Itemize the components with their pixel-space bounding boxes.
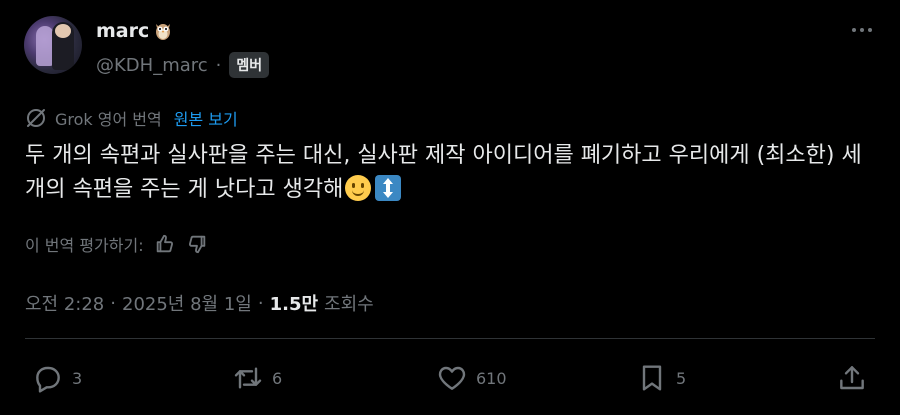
repost-icon — [232, 362, 264, 394]
share-icon — [836, 362, 868, 394]
heart-icon — [436, 362, 468, 394]
repost-count: 6 — [272, 368, 283, 388]
meta-separator-2: · — [257, 292, 264, 314]
smiling-face-emoji-icon — [345, 175, 372, 201]
bookmark-count: 5 — [676, 368, 687, 388]
action-bar: 3 6 610 5 — [0, 362, 900, 398]
meta-separator-1: · — [110, 292, 116, 314]
divider — [25, 338, 875, 339]
tweet-time[interactable]: 오전 2:28 — [25, 290, 104, 316]
tweet-date[interactable]: 2025년 8월 1일 — [122, 290, 252, 316]
repost-button[interactable]: 6 — [232, 362, 282, 394]
owl-icon — [153, 21, 173, 41]
avatar[interactable] — [24, 16, 82, 74]
author-name-text: marc — [96, 20, 150, 42]
tweet-body: 두 개의 속편과 실사판을 주는 대신, 실사판 제작 아이디어를 폐기하고 우… — [25, 143, 862, 202]
views-count[interactable]: 1.5만 — [270, 290, 318, 316]
views-label: 조회수 — [324, 294, 374, 315]
more-options-icon[interactable] — [852, 28, 872, 32]
bookmark-icon — [636, 362, 668, 394]
bookmark-button[interactable]: 5 — [636, 362, 686, 394]
thumbs-down-icon[interactable] — [186, 233, 208, 255]
translation-label: Grok 영어 번역 — [55, 110, 162, 129]
reply-button[interactable]: 3 — [32, 362, 82, 394]
show-original-link[interactable]: 원본 보기 — [174, 106, 238, 130]
like-count: 610 — [476, 368, 507, 388]
up-down-arrow-emoji-icon — [375, 175, 402, 201]
tweet-text: 두 개의 속편과 실사판을 주는 대신, 실사판 제작 아이디어를 폐기하고 우… — [25, 139, 875, 207]
share-button[interactable] — [836, 362, 868, 394]
reply-icon — [32, 362, 64, 394]
member-badge[interactable]: 멤버 — [229, 52, 270, 78]
rate-translation-label: 이 번역 평가하기: — [25, 236, 144, 255]
author-handle[interactable]: @KDH_marc — [96, 55, 208, 76]
grok-icon — [25, 107, 47, 129]
reply-count: 3 — [72, 368, 83, 388]
handle-separator: · — [215, 54, 222, 76]
like-button[interactable]: 610 — [436, 362, 507, 394]
thumbs-up-icon[interactable] — [154, 233, 176, 255]
author-name[interactable]: marc — [96, 20, 173, 42]
